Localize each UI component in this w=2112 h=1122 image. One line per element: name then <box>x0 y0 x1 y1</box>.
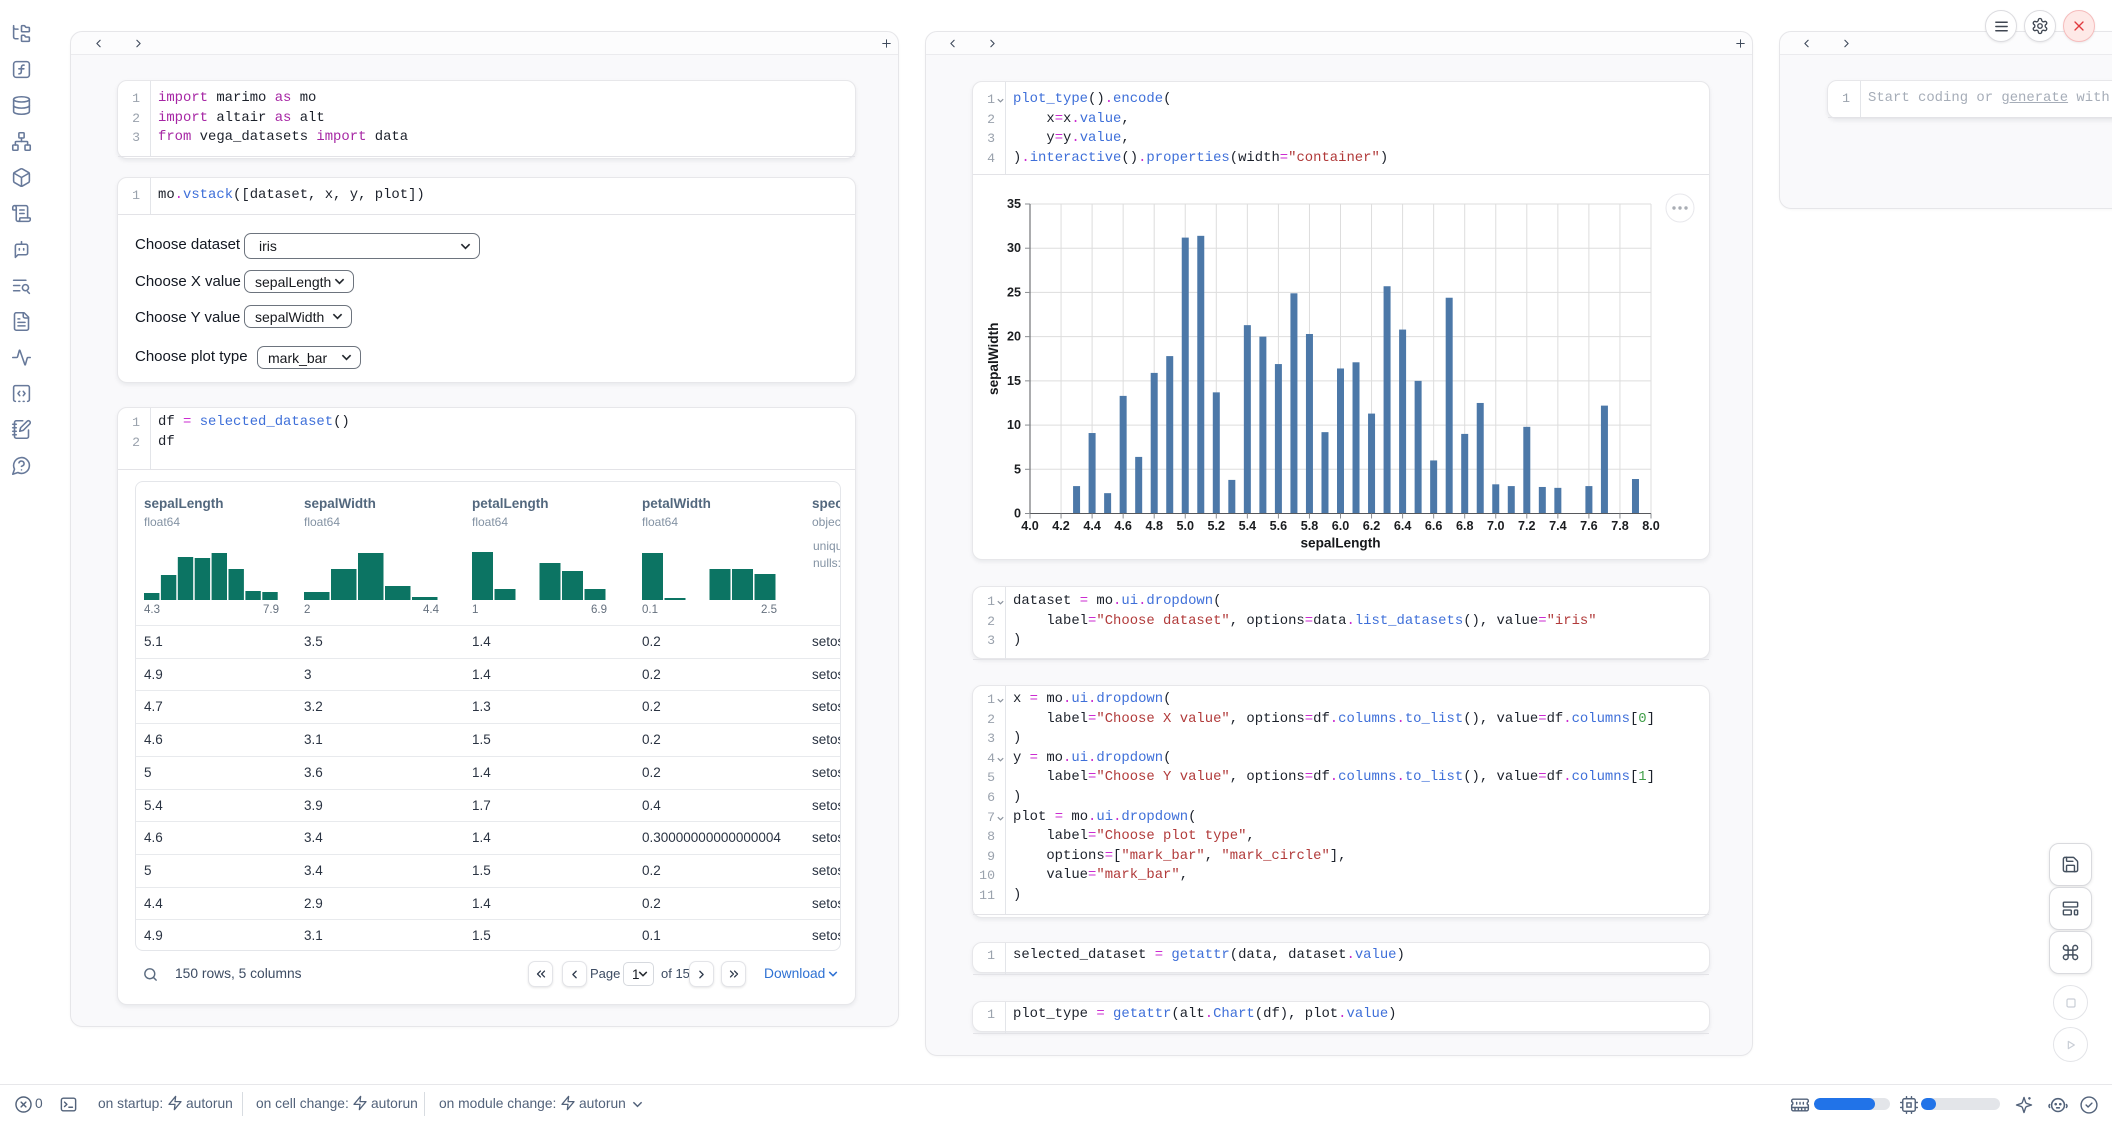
svg-text:4.4: 4.4 <box>1083 519 1101 533</box>
svg-text:6.8: 6.8 <box>1456 519 1474 533</box>
svg-text:5.6: 5.6 <box>1270 519 1288 533</box>
svg-text:6.0: 6.0 <box>1332 519 1350 533</box>
svg-text:8.0: 8.0 <box>1642 519 1660 533</box>
svg-text:4.8: 4.8 <box>1145 519 1163 533</box>
svg-text:5: 5 <box>1014 462 1021 476</box>
svg-text:20: 20 <box>1007 330 1021 344</box>
svg-text:6.4: 6.4 <box>1394 519 1412 533</box>
svg-text:15: 15 <box>1007 374 1021 388</box>
svg-text:5.4: 5.4 <box>1239 519 1257 533</box>
svg-text:7.6: 7.6 <box>1580 519 1598 533</box>
svg-text:7.8: 7.8 <box>1611 519 1629 533</box>
svg-text:5.2: 5.2 <box>1208 519 1226 533</box>
svg-text:35: 35 <box>1007 197 1021 211</box>
svg-text:sepalWidth: sepalWidth <box>986 323 1001 395</box>
svg-text:4.6: 4.6 <box>1114 519 1132 533</box>
svg-text:5.8: 5.8 <box>1301 519 1319 533</box>
svg-text:25: 25 <box>1007 285 1021 299</box>
svg-text:0: 0 <box>1014 507 1021 521</box>
svg-text:7.2: 7.2 <box>1518 519 1536 533</box>
svg-text:10: 10 <box>1007 418 1021 432</box>
svg-text:6.6: 6.6 <box>1425 519 1443 533</box>
svg-text:sepalLength: sepalLength <box>1300 536 1380 551</box>
svg-text:6.2: 6.2 <box>1363 519 1381 533</box>
svg-text:5.0: 5.0 <box>1176 519 1194 533</box>
svg-text:4.2: 4.2 <box>1052 519 1070 533</box>
svg-text:7.0: 7.0 <box>1487 519 1505 533</box>
svg-text:30: 30 <box>1007 241 1021 255</box>
svg-text:7.4: 7.4 <box>1549 519 1567 533</box>
svg-text:4.0: 4.0 <box>1021 519 1039 533</box>
